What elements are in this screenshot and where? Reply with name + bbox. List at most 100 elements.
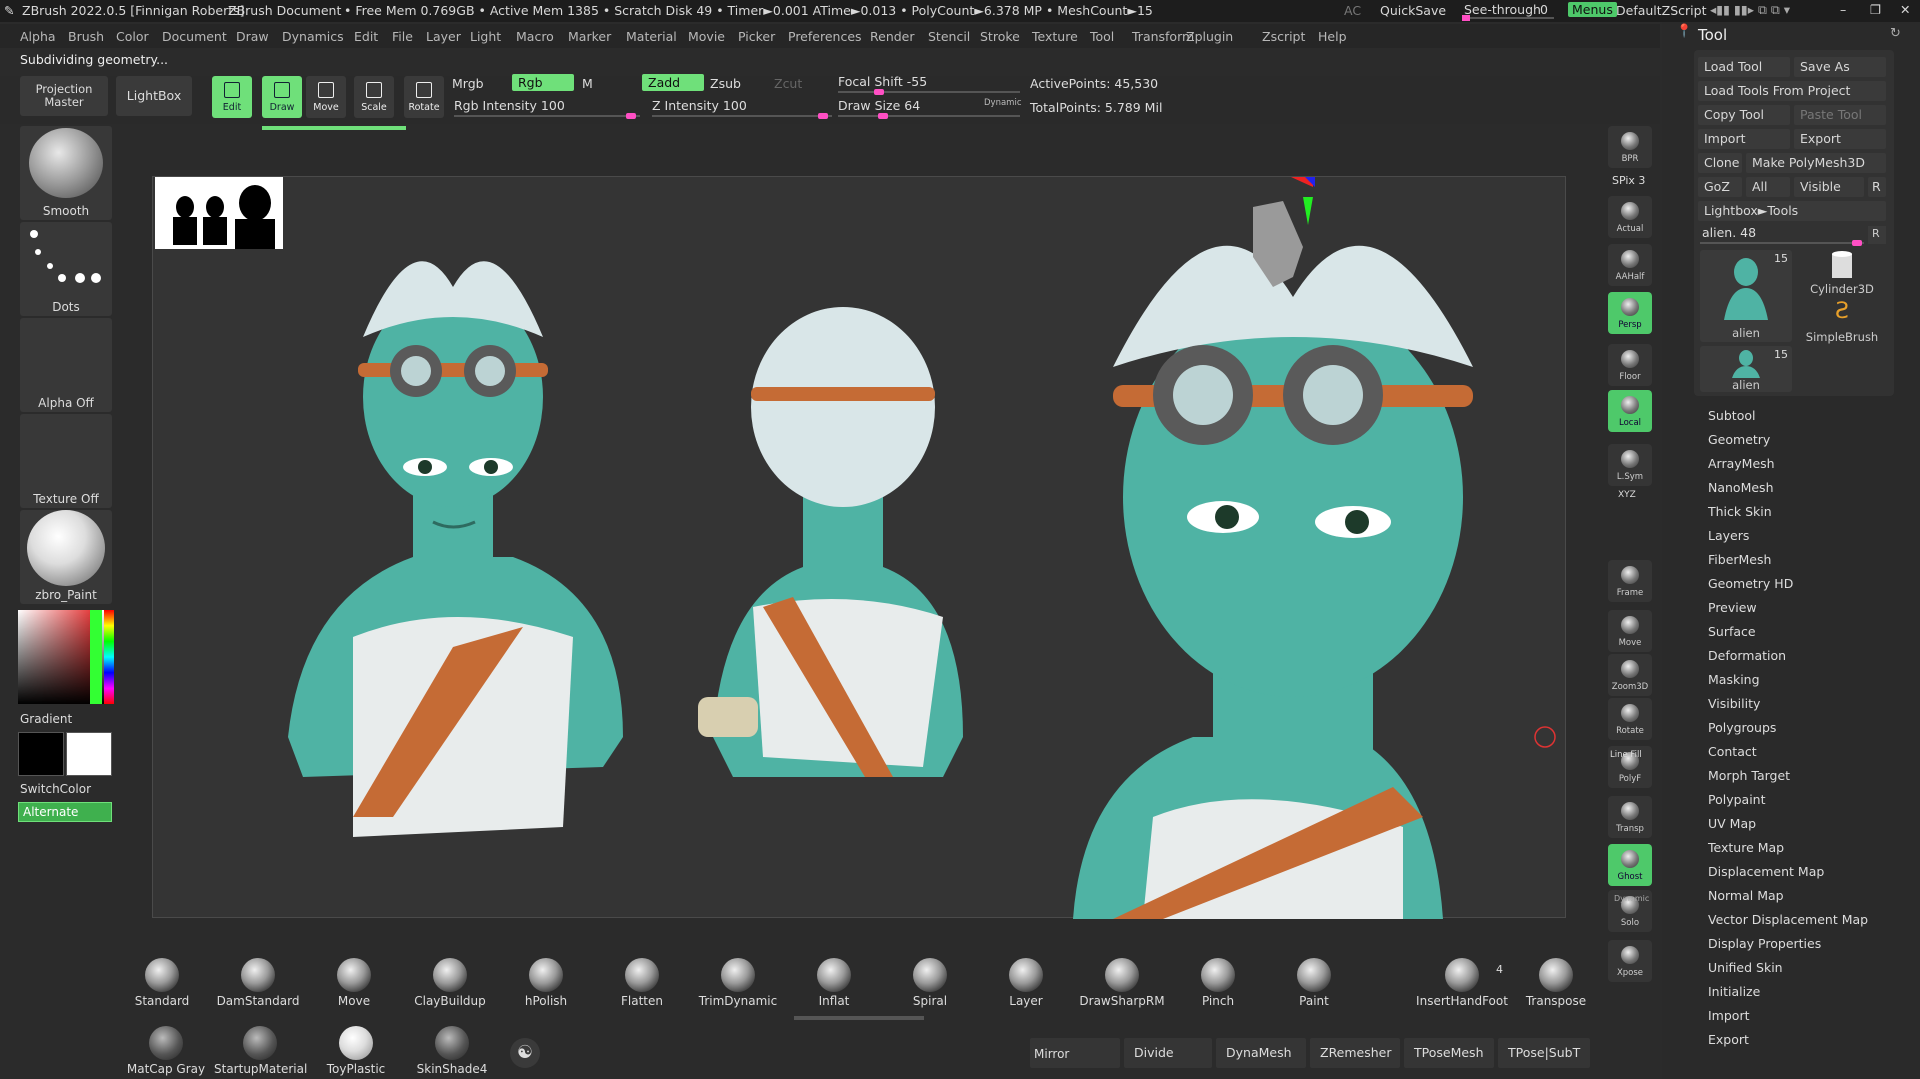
z-intensity-label[interactable]: Z Intensity 100: [652, 98, 747, 113]
brush-slot[interactable]: Smooth: [20, 126, 112, 220]
mrgb-toggle[interactable]: Mrgb: [452, 76, 484, 91]
tposemesh-button[interactable]: TPoseMesh: [1404, 1038, 1494, 1068]
brush-pinch[interactable]: Pinch: [1172, 958, 1264, 1008]
menu-marker[interactable]: Marker: [568, 29, 611, 44]
menu-document[interactable]: Document: [162, 29, 227, 44]
close-icon[interactable]: ✕: [1900, 2, 1910, 17]
nav-local-button[interactable]: Local: [1608, 390, 1652, 432]
zsub-toggle[interactable]: Zsub: [710, 76, 741, 91]
tool-section-geometry-hd[interactable]: Geometry HD: [1708, 576, 1793, 591]
brush-trimdynamic[interactable]: TrimDynamic: [692, 958, 784, 1008]
see-through-slider[interactable]: [1462, 15, 1554, 21]
tool-section-polypaint[interactable]: Polypaint: [1708, 792, 1766, 807]
nav-frame-button[interactable]: Frame: [1608, 560, 1652, 602]
scale-mode-button[interactable]: Scale: [354, 76, 394, 118]
tool-section-masking[interactable]: Masking: [1708, 672, 1760, 687]
menu-picker[interactable]: Picker: [738, 29, 775, 44]
tool-section-export[interactable]: Export: [1708, 1032, 1749, 1047]
spix-label[interactable]: SPix 3: [1612, 174, 1645, 187]
save-as-button[interactable]: Save As: [1794, 57, 1886, 77]
tool-section-geometry[interactable]: Geometry: [1708, 432, 1770, 447]
menus-toggle[interactable]: Menus: [1568, 2, 1617, 17]
nav-xpose-button[interactable]: Xpose: [1608, 940, 1652, 982]
tool-thumb-alien-2[interactable]: 15 alien: [1700, 346, 1792, 392]
brush-standard[interactable]: Standard: [116, 958, 208, 1008]
z-intensity-slider[interactable]: [652, 113, 832, 119]
menu-texture[interactable]: Texture: [1032, 29, 1078, 44]
nav-move-button[interactable]: Move: [1608, 610, 1652, 652]
load-tools-from-project-button[interactable]: Load Tools From Project: [1698, 81, 1886, 101]
brush-drawsharprm[interactable]: DrawSharpRM: [1076, 958, 1168, 1008]
menu-draw[interactable]: Draw: [236, 29, 269, 44]
tool-section-arraymesh[interactable]: ArrayMesh: [1708, 456, 1775, 471]
brush-claybuildup[interactable]: ClayBuildup: [404, 958, 496, 1008]
restore-icon[interactable]: ❐: [1870, 2, 1881, 17]
zscript-label[interactable]: DefaultZScript: [1616, 3, 1707, 18]
mirror-button[interactable]: Mirror: [1030, 1038, 1120, 1068]
ac-button[interactable]: AC: [1344, 3, 1361, 18]
quicksave-button[interactable]: QuickSave: [1380, 3, 1446, 18]
load-tool-button[interactable]: Load Tool: [1698, 57, 1790, 77]
draw-size-label[interactable]: Draw Size 64: [838, 98, 920, 113]
tool-section-thick-skin[interactable]: Thick Skin: [1708, 504, 1772, 519]
tool-section-texture-map[interactable]: Texture Map: [1708, 840, 1784, 855]
nav-transp-button[interactable]: Transp: [1608, 796, 1652, 838]
brush-hpolish[interactable]: hPolish: [500, 958, 592, 1008]
color-picker[interactable]: [18, 610, 112, 704]
document-menu[interactable]: ZBrush Document: [228, 3, 341, 18]
nav-rotate-button[interactable]: Rotate: [1608, 698, 1652, 740]
zremesher-button[interactable]: ZRemesher: [1310, 1038, 1400, 1068]
menu-color[interactable]: Color: [116, 29, 149, 44]
current-tool-r-button[interactable]: R: [1868, 226, 1886, 244]
material-slot[interactable]: zbro_Paint: [20, 510, 112, 604]
nav-lsym-button[interactable]: L.Sym: [1608, 444, 1652, 486]
zplugin-icon[interactable]: ☯: [510, 1038, 540, 1068]
gradient-label[interactable]: Gradient: [20, 712, 72, 726]
menu-macro[interactable]: Macro: [516, 29, 554, 44]
brush-inflat[interactable]: Inflat: [788, 958, 880, 1008]
tool-section-layers[interactable]: Layers: [1708, 528, 1749, 543]
brush-paint[interactable]: Paint: [1268, 958, 1360, 1008]
tool-section-display-properties[interactable]: Display Properties: [1708, 936, 1821, 951]
dynamesh-button[interactable]: DynaMesh: [1216, 1038, 1306, 1068]
brush-move[interactable]: Move: [308, 958, 400, 1008]
brush-inserthandfoot[interactable]: InsertHandFoot: [1416, 958, 1508, 1008]
menu-layer[interactable]: Layer: [426, 29, 461, 44]
nav-actual-button[interactable]: Actual: [1608, 196, 1652, 238]
current-tool-label[interactable]: alien. 48: [1702, 225, 1756, 240]
edit-mode-button[interactable]: Edit: [212, 76, 252, 118]
switchcolor-button[interactable]: SwitchColor: [20, 782, 91, 796]
nav-ghost-button[interactable]: Ghost: [1608, 844, 1652, 886]
menu-material[interactable]: Material: [626, 29, 677, 44]
primary-color-swatch[interactable]: [18, 732, 64, 776]
material-startupmaterial[interactable]: StartupMaterial: [214, 1026, 307, 1076]
rgb-intensity-slider[interactable]: [454, 113, 640, 119]
menu-preferences[interactable]: Preferences: [788, 29, 862, 44]
tool-section-morph-target[interactable]: Morph Target: [1708, 768, 1790, 783]
alternate-button[interactable]: Alternate: [18, 802, 112, 822]
menu-render[interactable]: Render: [870, 29, 915, 44]
tool-thumb-alien[interactable]: 15 alien: [1700, 250, 1792, 342]
menu-zscript[interactable]: Zscript: [1262, 29, 1305, 44]
minimize-icon[interactable]: –: [1840, 2, 1846, 17]
copy-tool-button[interactable]: Copy Tool: [1698, 105, 1790, 125]
brush-damstandard[interactable]: DamStandard: [212, 958, 304, 1008]
rotate-mode-button[interactable]: Rotate: [404, 76, 444, 118]
palette-pin-icon[interactable]: 📍: [1676, 24, 1692, 39]
menu-alpha[interactable]: Alpha: [20, 29, 56, 44]
tool-section-polygroups[interactable]: Polygroups: [1708, 720, 1776, 735]
menu-zplugin[interactable]: Zplugin: [1186, 29, 1233, 44]
menu-transform[interactable]: Transform: [1132, 29, 1194, 44]
brush-layer[interactable]: Layer: [980, 958, 1072, 1008]
tool-section-vector-displacement-map[interactable]: Vector Displacement Map: [1708, 912, 1868, 927]
tpose-subt-button[interactable]: TPose|SubT: [1498, 1038, 1590, 1068]
tool-section-surface[interactable]: Surface: [1708, 624, 1756, 639]
tool-section-deformation[interactable]: Deformation: [1708, 648, 1786, 663]
move-mode-button[interactable]: Move: [306, 76, 346, 118]
zadd-toggle[interactable]: Zadd: [642, 74, 704, 91]
menu-movie[interactable]: Movie: [688, 29, 725, 44]
rgb-toggle[interactable]: Rgb: [512, 74, 574, 91]
nav-persp-button[interactable]: Persp: [1608, 292, 1652, 334]
menu-edit[interactable]: Edit: [354, 29, 378, 44]
brush-spiral[interactable]: Spiral: [884, 958, 976, 1008]
